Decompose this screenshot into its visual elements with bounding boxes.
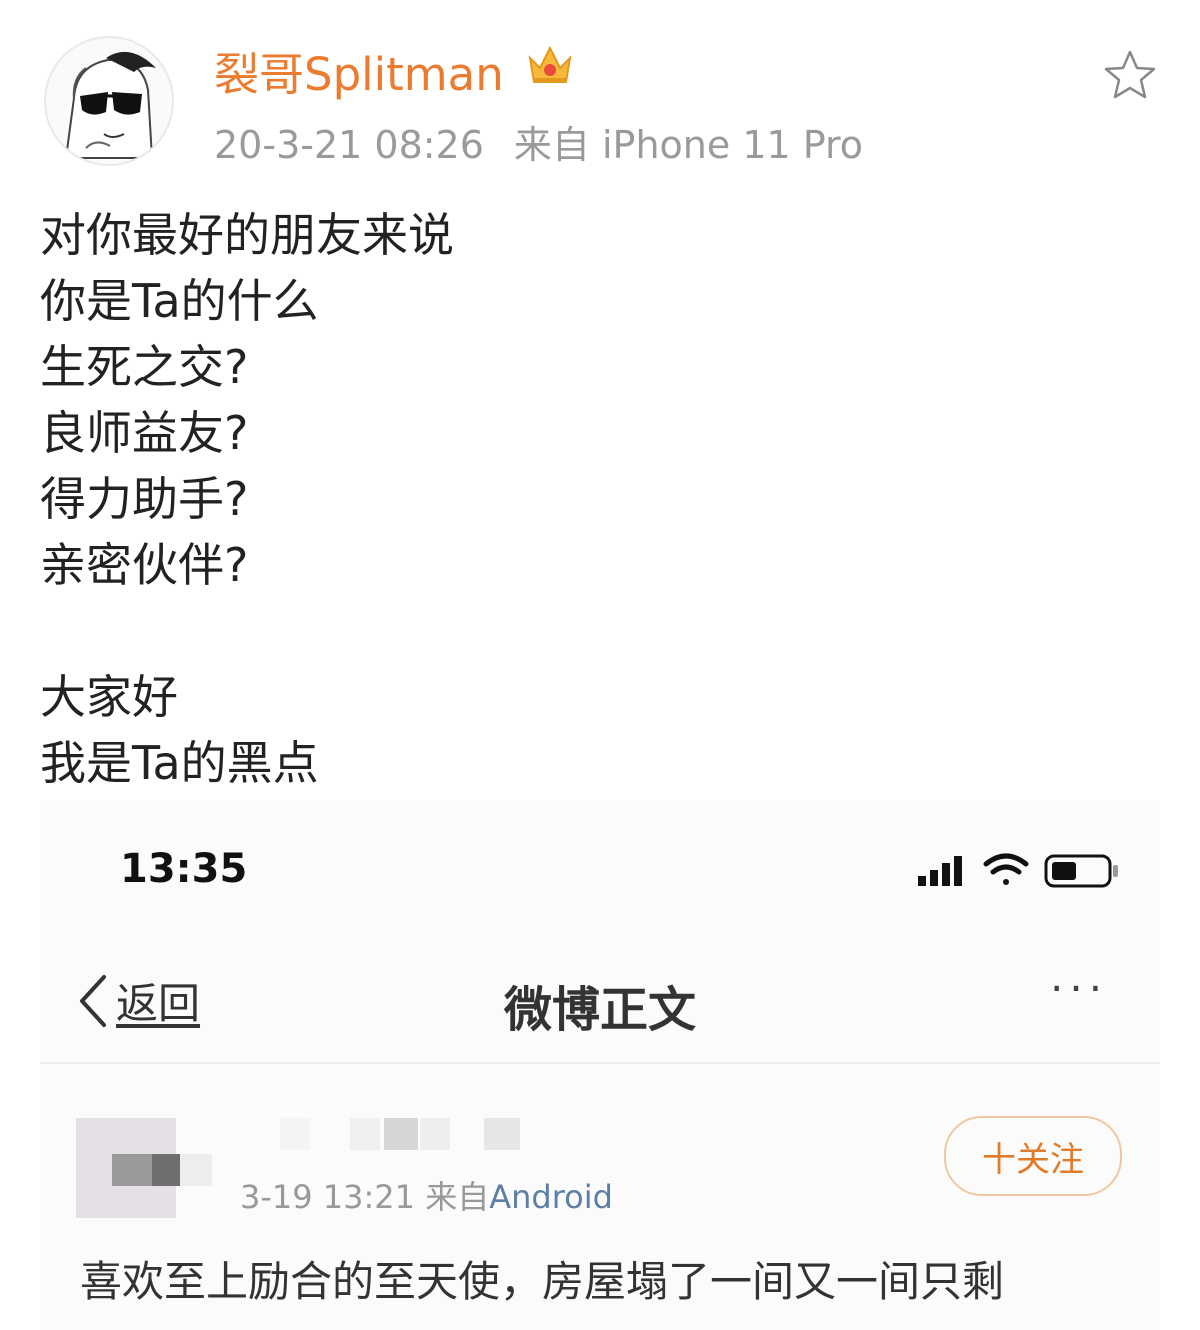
status-time: 13:35	[120, 846, 248, 892]
status-bar-icons	[918, 853, 1118, 888]
post-body: 对你最好的朋友来说 你是Ta的什么 生死之交? 良师益友? 得力助手? 亲密伙伴…	[40, 202, 454, 796]
post-line: 对你最好的朋友来说	[40, 208, 454, 262]
source-link[interactable]: Android	[489, 1178, 613, 1216]
blurred-username	[280, 1118, 520, 1150]
screenshot-post-text: 喜欢至上励合的至天使，房屋塌了一间又一间只剩	[80, 1257, 1005, 1306]
battery-icon	[1044, 854, 1118, 888]
screenshot-post-meta: 3-19 13:21 来自Android	[240, 1172, 613, 1218]
more-button[interactable]: ···	[1050, 964, 1108, 1013]
post-source: 来自 iPhone 11 Pro	[513, 123, 864, 167]
post-line: 你是Ta的什么	[40, 274, 319, 328]
post-line: 亲密伙伴?	[40, 538, 249, 592]
nav-title: 微博正文	[503, 982, 696, 1038]
favorite-star-icon[interactable]	[1102, 48, 1158, 104]
post-line: 大家好	[40, 670, 178, 724]
crown-icon	[528, 45, 572, 83]
post-line: 生死之交?	[40, 340, 249, 394]
blurred-avatar	[76, 1118, 212, 1218]
screenshot-post-time: 3-19 13:21	[240, 1178, 416, 1216]
avatar-illustration	[64, 51, 156, 159]
post-line: 得力助手?	[40, 472, 249, 526]
post-line: 良师益友?	[40, 406, 249, 460]
signal-icon	[918, 856, 962, 886]
author-avatar[interactable]	[44, 36, 174, 166]
post-timestamp: 20-3-21 08:26	[214, 123, 484, 167]
post-meta: 20-3-21 08:26 来自 iPhone 11 Pro	[214, 114, 863, 169]
source-prefix: 来自	[425, 1178, 490, 1216]
author-name[interactable]: 裂哥Splitman	[214, 38, 504, 103]
screenshot-nav-bar: 返回 微博正文 ···	[40, 930, 1160, 1064]
wifi-icon	[983, 853, 1029, 885]
follow-button[interactable]: 十关注	[944, 1116, 1122, 1196]
embedded-screenshot-image[interactable]: 13:35 返回 微博正文 ··· 3-19 13:21 来自Android 十…	[40, 800, 1160, 1330]
post-line: 我是Ta的黑点	[40, 736, 319, 790]
